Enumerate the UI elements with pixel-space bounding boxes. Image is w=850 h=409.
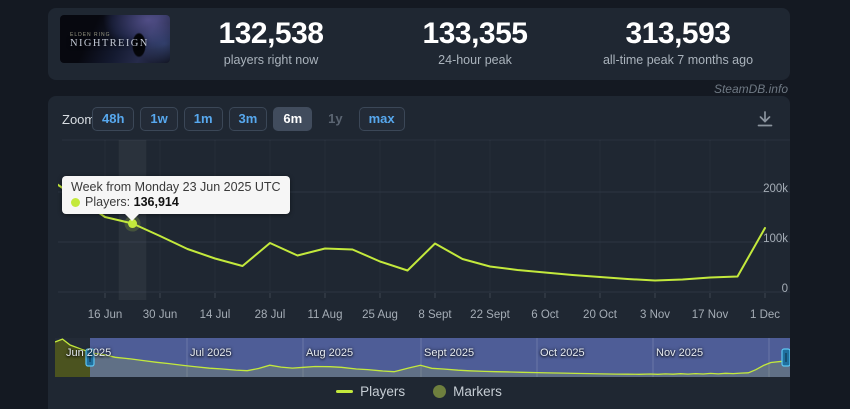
game-capsule-image[interactable]: ELDEN RING NIGHTREIGN xyxy=(60,15,170,63)
legend-line-swatch xyxy=(336,390,354,393)
x-tick-label: 22 Sept xyxy=(470,309,510,321)
x-tick-label: 1 Dec xyxy=(749,309,781,321)
legend-label: Players xyxy=(360,384,406,399)
navigator-month-label: Sept 2025 xyxy=(424,347,475,359)
tooltip-date: Week from Monday 23 Jun 2025 UTC xyxy=(71,180,281,194)
x-tick-label: 25 Aug xyxy=(362,309,398,321)
stat-24h-peak: 133,355 24-hour peak xyxy=(423,17,528,67)
alltime-peak-value: 313,593 xyxy=(625,17,731,50)
y-tick-label: 100k xyxy=(763,233,788,245)
navigator-month-label: Jun 2025 xyxy=(66,347,112,359)
x-tick-label: 8 Sept xyxy=(418,309,452,321)
y-tick-label: 200k xyxy=(763,183,788,195)
game-title: NIGHTREIGN xyxy=(70,38,149,49)
legend-item-players[interactable]: Players xyxy=(336,384,405,399)
chart-legend: Players Markers xyxy=(48,384,790,399)
range-navigator[interactable]: Jun 2025 Jul 2025 Aug 2025 Sept 2025 Oct 202… xyxy=(54,338,791,377)
x-tick-label: 6 Oct xyxy=(531,309,559,321)
navigator-month-label: Oct 2025 xyxy=(540,347,585,359)
navigator-month-label: Nov 2025 xyxy=(656,347,704,359)
x-tick-label: 28 Jul xyxy=(254,309,286,321)
header-stats-panel: ELDEN RING NIGHTREIGN 132,538 players ri… xyxy=(48,8,790,80)
legend-circle-swatch xyxy=(433,385,447,398)
tooltip-series-label: Players: xyxy=(85,195,131,209)
tooltip-series-dot xyxy=(71,197,80,207)
alltime-peak-label: all-time peak 7 months ago xyxy=(602,53,754,67)
steamdb-credit: SteamDB.info xyxy=(713,82,788,96)
navigator-month-label: Jul 2025 xyxy=(190,347,232,359)
peak-24h-label: 24-hour peak xyxy=(438,53,512,67)
x-tick-label: 17 Nov xyxy=(691,309,729,321)
navigator-month-label: Aug 2025 xyxy=(306,347,354,359)
stat-current-players: 132,538 players right now xyxy=(219,17,324,67)
chart-panel: Zoom 48h 1w 1m 3m 6m 1y max 16 Jun 30 Jun 14 Jul… xyxy=(48,96,791,409)
x-tick-label: 11 Aug xyxy=(307,309,343,321)
x-tick-label: 20 Oct xyxy=(583,309,617,321)
x-tick-label: 30 Jun xyxy=(142,309,178,321)
legend-label: Markers xyxy=(453,384,502,399)
y-tick-label: 0 xyxy=(781,283,788,295)
tooltip-arrow xyxy=(125,214,139,221)
tooltip-value: 136,914 xyxy=(133,195,179,209)
x-tick-label: 16 Jun xyxy=(87,309,123,321)
legend-item-markers[interactable]: Markers xyxy=(433,384,502,399)
stat-alltime-peak: 313,593 all-time peak 7 months ago xyxy=(603,17,753,67)
peak-24h-value: 133,355 xyxy=(422,17,528,50)
chart-tooltip: Week from Monday 23 Jun 2025 UTC Players… xyxy=(62,176,290,221)
x-tick-label: 14 Jul xyxy=(199,309,231,321)
current-players-value: 132,538 xyxy=(218,17,324,50)
current-players-label: players right now xyxy=(223,53,319,67)
x-tick-label: 3 Nov xyxy=(639,309,671,321)
